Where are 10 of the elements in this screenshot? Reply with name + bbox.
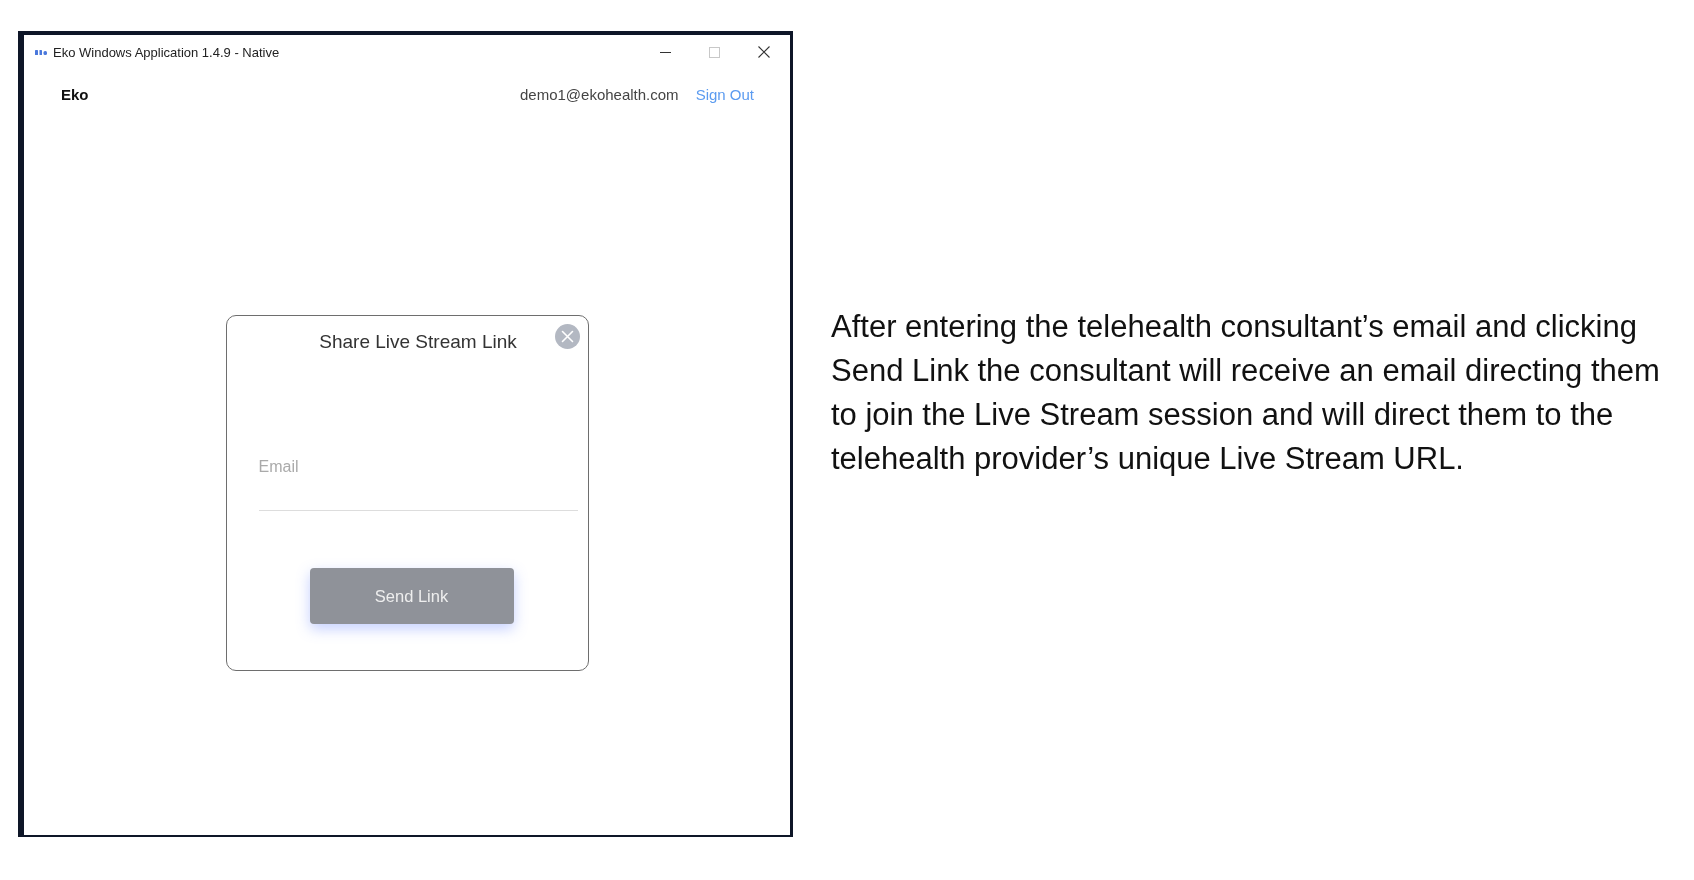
- window-title: Eko Windows Application 1.4.9 - Native: [53, 44, 280, 60]
- app-icon: [35, 49, 47, 55]
- user-email: demo1@ekohealth.com: [519, 85, 679, 103]
- dialog-title: Share Live Stream Link: [319, 330, 517, 354]
- sign-out-link[interactable]: Sign Out: [695, 85, 754, 103]
- caption-paragraph: After entering the telehealth consultant’s email and clicking Send Link the consultant will receive an email directing them to join the Live Stream session and will direct them to the telehealth provider’s unique Live Stream URL.: [831, 308, 1661, 478]
- brand-name: Eko: [61, 85, 89, 103]
- close-icon[interactable]: [757, 46, 770, 58]
- minimize-icon[interactable]: [660, 51, 671, 53]
- email-field[interactable]: Email: [258, 446, 578, 511]
